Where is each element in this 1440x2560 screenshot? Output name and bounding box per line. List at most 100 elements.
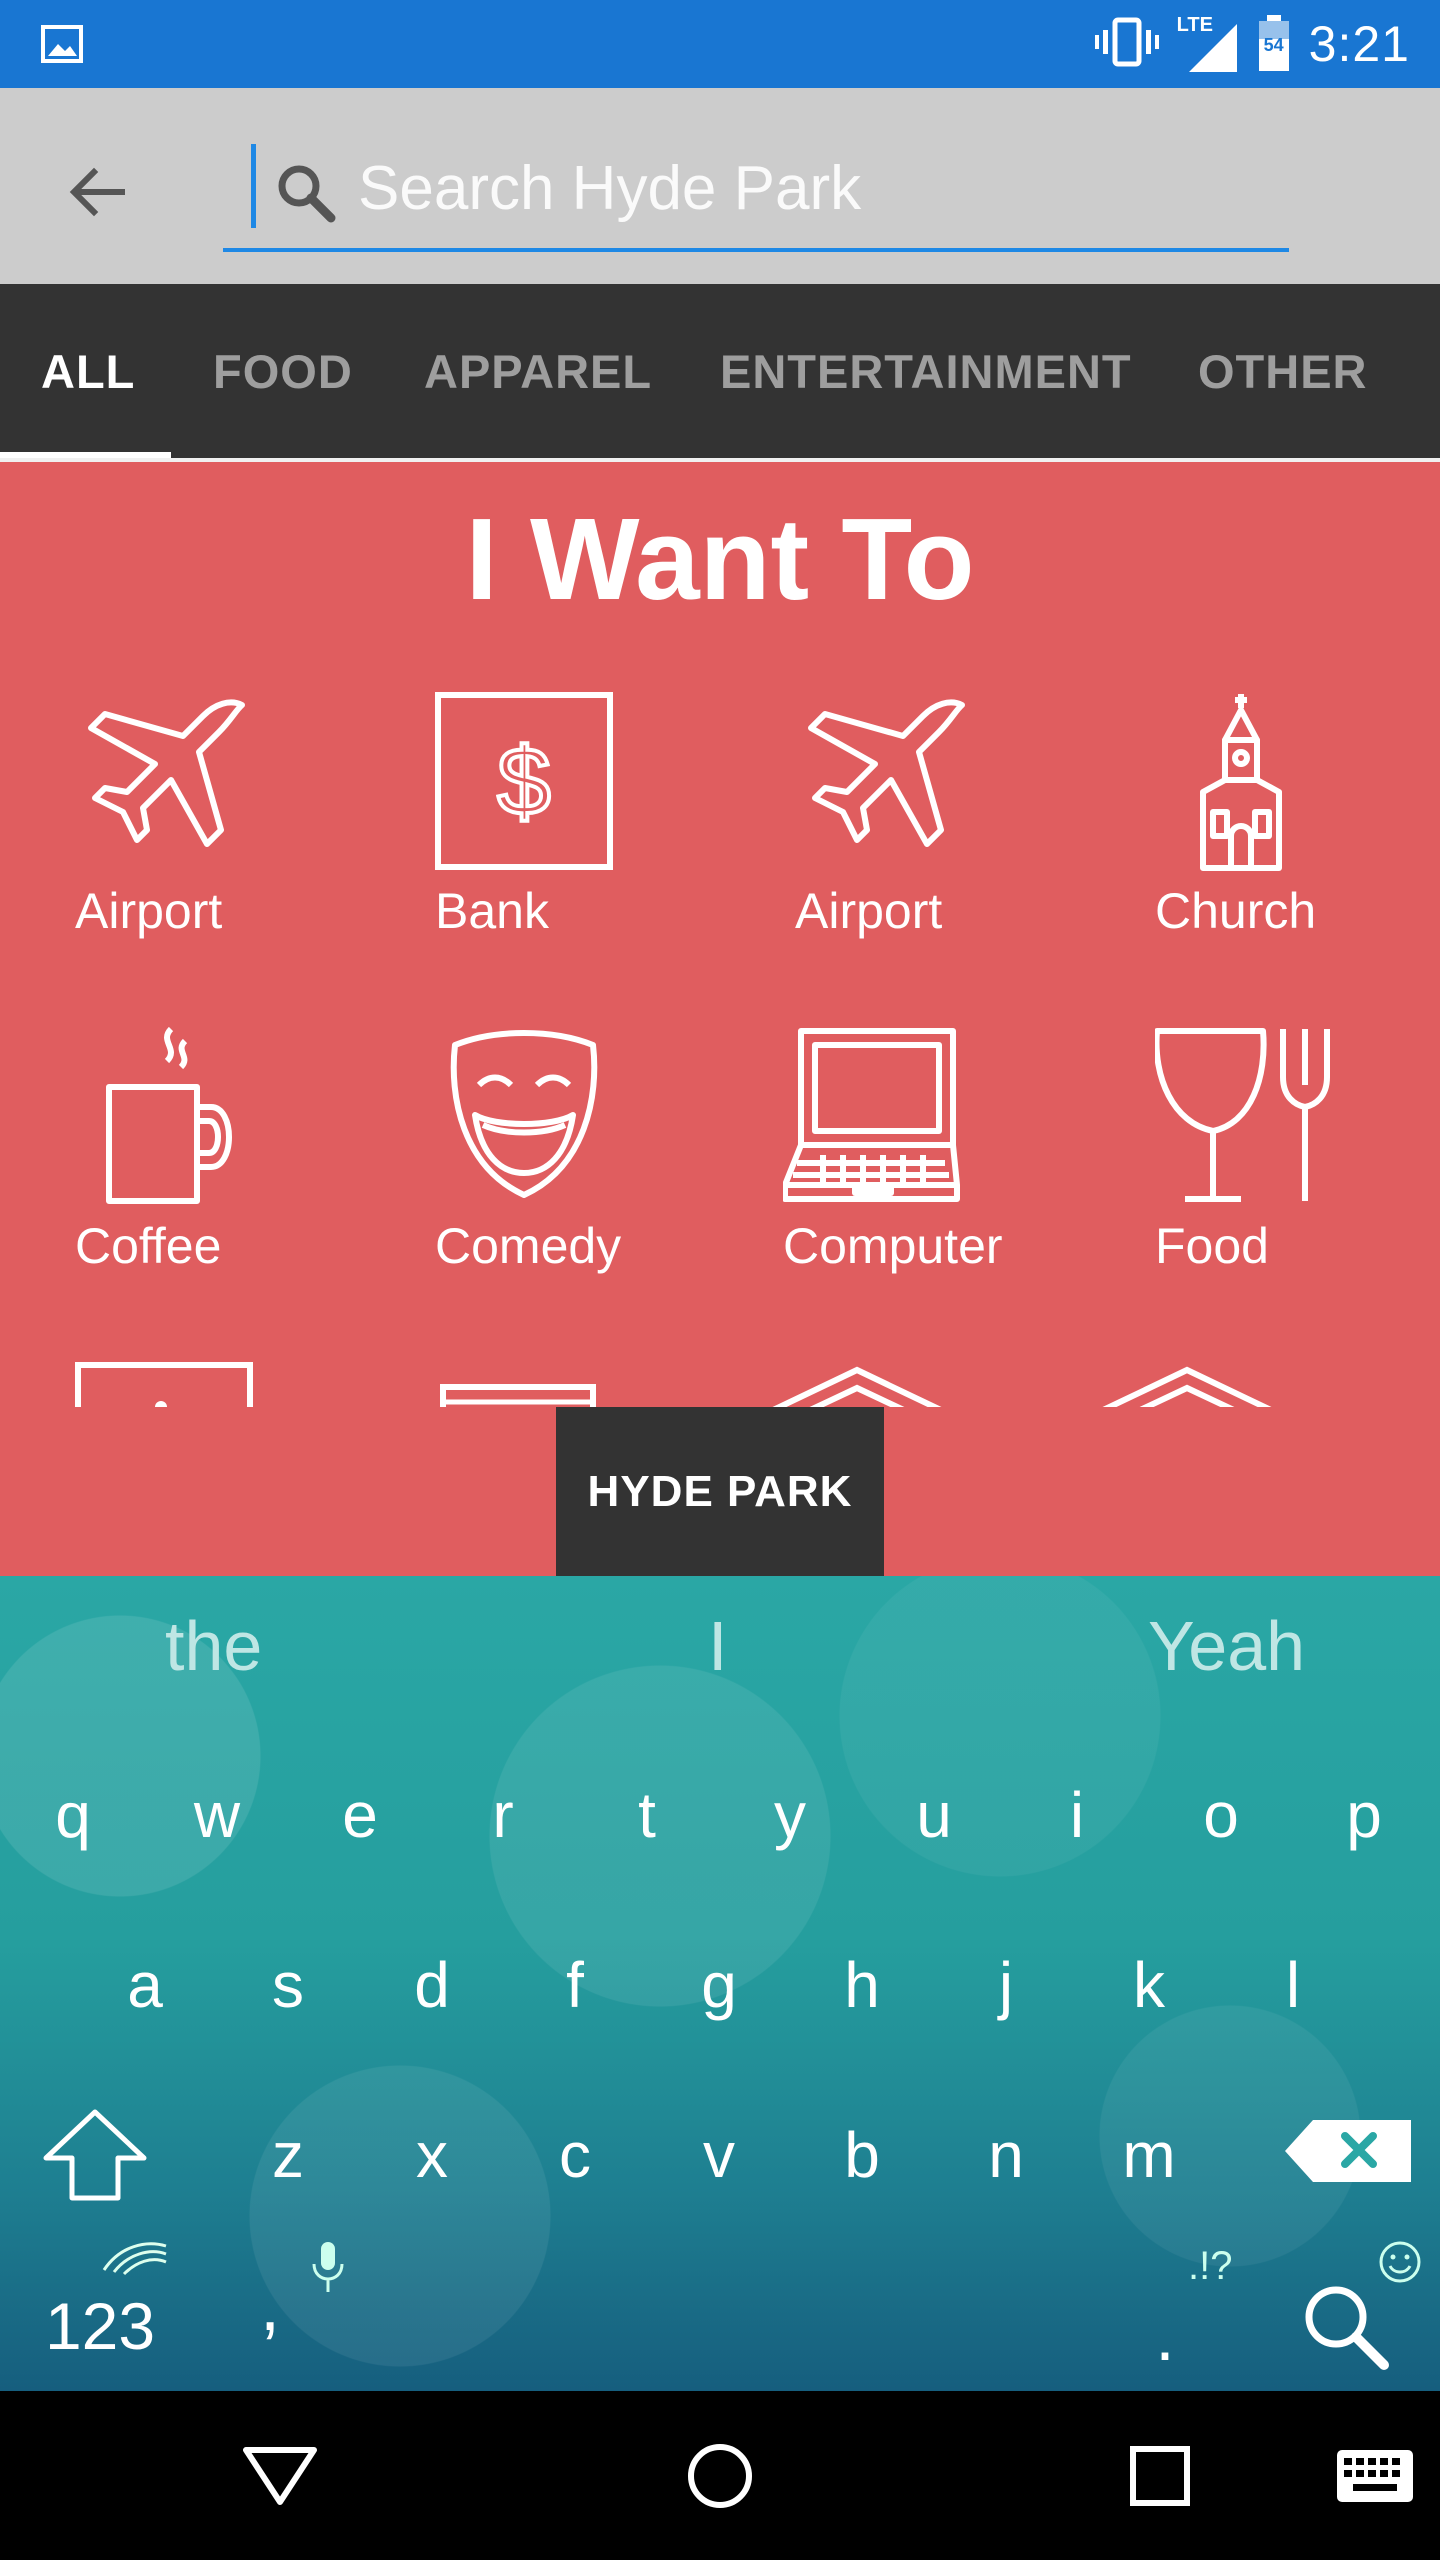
- svg-text:$: $: [497, 728, 550, 835]
- suggestion-2[interactable]: I: [708, 1606, 727, 1686]
- comedy-icon: [435, 1027, 635, 1227]
- category-label: Bank: [435, 883, 549, 939]
- airplane-icon: [795, 692, 995, 892]
- category-partial[interactable]: [75, 1362, 375, 1407]
- category-comedy[interactable]: Comedy: [435, 1027, 735, 1327]
- category-coffee[interactable]: Coffee: [75, 1026, 375, 1327]
- category-label: Airport: [75, 883, 223, 939]
- shift-icon: [43, 2109, 147, 2201]
- key-c[interactable]: c: [505, 2085, 645, 2225]
- mic-icon: [310, 2240, 346, 2301]
- nav-recents-button[interactable]: [1105, 2421, 1215, 2531]
- location-toast: HYDE PARK: [556, 1407, 884, 1576]
- square-recents-icon: [1130, 2446, 1190, 2506]
- nav-home-button[interactable]: [665, 2421, 775, 2531]
- category-grid: I Want To Airport $ Bank Airport Church …: [0, 462, 1440, 1407]
- category-icon: [1102, 1366, 1272, 1407]
- key-m[interactable]: m: [1079, 2085, 1219, 2225]
- church-icon: [1155, 692, 1355, 892]
- category-airport[interactable]: Airport: [75, 692, 375, 992]
- computer-icon: [782, 1027, 983, 1227]
- suggestion-1[interactable]: the: [165, 1606, 262, 1686]
- category-label: Food: [1155, 1218, 1269, 1274]
- image-icon: [40, 22, 84, 66]
- backspace-icon: [1284, 2120, 1411, 2182]
- key-j[interactable]: j: [936, 1915, 1076, 2055]
- key-u[interactable]: u: [864, 1745, 1004, 1885]
- key-x[interactable]: x: [362, 2085, 502, 2225]
- tab-other[interactable]: OTHER: [1198, 284, 1368, 458]
- search-key[interactable]: [1275, 2256, 1415, 2391]
- tab-food[interactable]: FOOD: [213, 284, 353, 458]
- arrow-back-icon: [69, 167, 125, 217]
- category-icon: [75, 1362, 253, 1407]
- category-partial[interactable]: [1097, 1362, 1397, 1407]
- category-icon: [440, 1384, 596, 1407]
- key-g[interactable]: g: [649, 1915, 789, 2055]
- coffee-icon: [75, 1026, 275, 1227]
- backspace-key[interactable]: [1275, 2081, 1420, 2221]
- bank-icon: $: [435, 692, 635, 892]
- category-label: Church: [1155, 883, 1317, 939]
- key-z[interactable]: z: [218, 2085, 358, 2225]
- suggestion-3[interactable]: Yeah: [1148, 1606, 1305, 1686]
- soft-keyboard: the I Yeah q w e r t y u i o p a s d f g…: [0, 1576, 1440, 2391]
- category-computer[interactable]: Computer: [782, 1027, 1083, 1327]
- search-icon: [273, 160, 339, 226]
- battery-level: 54: [1263, 35, 1284, 55]
- search-header: [0, 88, 1440, 284]
- tab-all[interactable]: ALL: [41, 284, 135, 458]
- category-church[interactable]: Church: [1155, 692, 1440, 992]
- page-title: I Want To: [465, 494, 975, 624]
- key-n[interactable]: n: [936, 2085, 1076, 2225]
- keyboard-switch-button[interactable]: [1320, 2421, 1430, 2531]
- key-w[interactable]: w: [147, 1745, 287, 1885]
- key-b[interactable]: b: [792, 2085, 932, 2225]
- key-q[interactable]: q: [3, 1745, 143, 1885]
- key-s[interactable]: s: [218, 1915, 358, 2055]
- category-food[interactable]: Food: [1153, 1027, 1440, 1327]
- key-v[interactable]: v: [649, 2085, 789, 2225]
- back-button[interactable]: [50, 144, 146, 240]
- key-i[interactable]: i: [1007, 1745, 1147, 1885]
- circle-home-icon: [688, 2444, 752, 2508]
- main-content: I Want To Airport $ Bank Airport Church …: [0, 462, 1440, 1576]
- key-k[interactable]: k: [1079, 1915, 1219, 2055]
- category-label: Comedy: [435, 1218, 622, 1274]
- food-icon: [1153, 1027, 1355, 1227]
- key-y[interactable]: y: [720, 1745, 860, 1885]
- swiftkey-logo-icon: [100, 2236, 170, 2281]
- key-a[interactable]: a: [75, 1915, 215, 2055]
- clock: 3:21: [1308, 16, 1410, 72]
- key-p[interactable]: p: [1294, 1745, 1434, 1885]
- status-bar: LTE 54 3:21: [0, 0, 1440, 88]
- shift-key[interactable]: [25, 2085, 165, 2225]
- category-bank[interactable]: $ Bank: [435, 692, 735, 992]
- key-h[interactable]: h: [792, 1915, 932, 2055]
- category-label: Computer: [783, 1218, 1003, 1274]
- category-tabs: ALL FOOD APPAREL ENTERTAINMENT OTHER: [0, 284, 1440, 458]
- key-t[interactable]: t: [577, 1745, 717, 1885]
- key-e[interactable]: e: [290, 1745, 430, 1885]
- key-r[interactable]: r: [433, 1745, 573, 1885]
- tab-apparel[interactable]: APPAREL: [424, 284, 652, 458]
- key-f[interactable]: f: [505, 1915, 645, 2055]
- key-l[interactable]: l: [1223, 1915, 1363, 2055]
- tab-entertainment[interactable]: ENTERTAINMENT: [720, 284, 1132, 458]
- category-partial[interactable]: [440, 1384, 740, 1407]
- search-icon: [1305, 2286, 1389, 2370]
- airplane-icon: [75, 692, 275, 892]
- category-icon: [772, 1366, 942, 1407]
- keyboard-icon: [1337, 2450, 1413, 2502]
- category-airport[interactable]: Airport: [795, 692, 1095, 992]
- triangle-back-icon: [243, 2447, 317, 2505]
- category-partial[interactable]: [767, 1362, 1067, 1407]
- search-input[interactable]: [358, 148, 1258, 228]
- key-o[interactable]: o: [1151, 1745, 1291, 1885]
- category-label: Airport: [795, 883, 943, 939]
- key-d[interactable]: d: [362, 1915, 502, 2055]
- search-field[interactable]: [223, 130, 1289, 252]
- text-cursor: [251, 144, 256, 228]
- nav-back-button[interactable]: [225, 2421, 335, 2531]
- period-key[interactable]: .: [1090, 2266, 1240, 2391]
